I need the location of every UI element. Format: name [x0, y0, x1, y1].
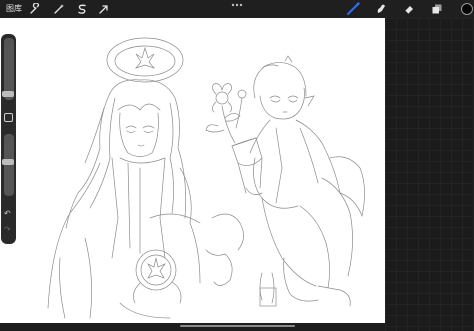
color-icon[interactable] — [461, 3, 473, 15]
drawing-canvas[interactable] — [0, 18, 385, 323]
undo-icon[interactable]: ↶ — [4, 210, 11, 218]
layers-icon[interactable] — [430, 2, 444, 16]
adjust-s-icon[interactable] — [75, 2, 89, 16]
arrow-select-icon[interactable] — [97, 2, 111, 16]
sketch-artwork — [47, 37, 365, 319]
home-indicator — [180, 325, 295, 327]
more-options-icon[interactable] — [231, 3, 243, 7]
smudge-icon[interactable] — [374, 2, 388, 16]
magic-wand-icon[interactable] — [52, 2, 66, 16]
brush-size-thumb[interactable] — [2, 91, 14, 98]
opacity-thumb[interactable] — [2, 159, 14, 166]
brush-icon[interactable] — [346, 2, 360, 16]
eraser-icon[interactable] — [402, 2, 416, 16]
wrench-icon[interactable] — [28, 2, 42, 16]
top-toolbar: 图库 — [0, 0, 474, 18]
redo-icon[interactable]: ↷ — [4, 226, 11, 234]
side-toolbar: ↶ ↷ — [1, 34, 16, 244]
gallery-button[interactable]: 图库 — [6, 3, 22, 14]
workspace-background — [385, 18, 474, 331]
modify-button[interactable] — [4, 113, 13, 122]
